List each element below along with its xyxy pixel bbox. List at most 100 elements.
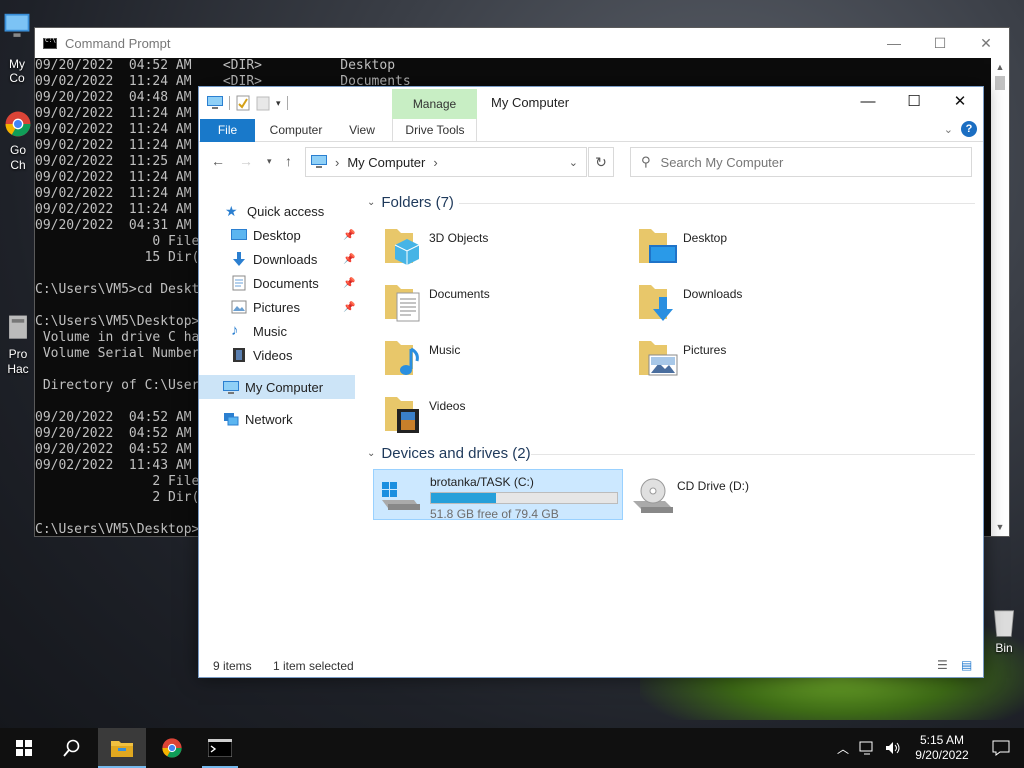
nav-item-my-computer[interactable]: My Computer — [199, 375, 355, 399]
pin-icon[interactable]: 📌 — [343, 254, 355, 265]
show-hidden-icons-chevron-icon[interactable]: ︿ — [832, 740, 854, 757]
action-center-button[interactable] — [978, 728, 1024, 768]
close-button[interactable]: ✕ — [937, 87, 983, 117]
collapse-chevron-icon[interactable]: ⌄ — [367, 197, 375, 208]
drive-c-tile[interactable]: brotanka/TASK (C:) 51.8 GB free of 79.4 … — [373, 469, 623, 521]
search-button[interactable] — [48, 728, 96, 768]
nav-item-desktop[interactable]: Desktop — [231, 223, 301, 247]
network-tray-icon[interactable] — [858, 740, 876, 756]
desktop-icon-my-computer[interactable]: My Co — [0, 12, 34, 85]
tab-computer[interactable]: Computer — [261, 119, 331, 142]
nav-item-label: Documents — [253, 275, 319, 291]
folder-videos[interactable]: Videos — [383, 391, 465, 439]
notification-icon — [992, 740, 1010, 756]
window-title: My Computer — [491, 95, 570, 110]
desktop-icon-recycle-bin[interactable]: Bin — [984, 606, 1024, 655]
nav-item-music[interactable]: ♪ Music — [231, 319, 287, 343]
file-explorer-window[interactable]: ▾ Manage My Computer — ☐ ✕ File Computer… — [198, 86, 984, 678]
command-prompt-title: Command Prompt — [65, 35, 171, 51]
pin-icon[interactable]: 📌 — [343, 230, 355, 241]
search-box[interactable]: ⚲ — [630, 147, 972, 177]
network-icon — [224, 413, 239, 426]
minimize-button[interactable]: — — [845, 87, 891, 117]
refresh-button[interactable]: ↻ — [588, 147, 614, 177]
system-clock[interactable]: 5:15 AM 9/20/2022 — [906, 733, 978, 763]
folder-downloads[interactable]: Downloads — [637, 279, 742, 327]
hard-drive-windows-icon — [382, 482, 420, 510]
explorer-titlebar[interactable]: ▾ Manage My Computer — ☐ ✕ — [199, 87, 983, 119]
close-button[interactable]: ✕ — [963, 35, 1009, 52]
nav-item-videos[interactable]: Videos — [231, 343, 293, 367]
folder-pictures[interactable]: Pictures — [637, 335, 726, 383]
command-prompt-titlebar[interactable]: Command Prompt — ☐ ✕ — [35, 28, 1009, 58]
folders-group-header[interactable]: ⌄ Folders (7) — [367, 194, 454, 211]
devices-group-header[interactable]: ⌄ Devices and drives (2) — [367, 445, 531, 462]
drive-free-space: 51.8 GB free of 79.4 GB — [430, 507, 559, 521]
folder-music[interactable]: Music — [383, 335, 460, 383]
group-title: Devices and drives (2) — [381, 445, 531, 462]
forward-arrow-icon[interactable]: → — [239, 153, 253, 169]
minimize-button[interactable]: — — [871, 35, 917, 51]
desktop-icon-label: Go Ch — [9, 143, 26, 172]
nav-item-label: Videos — [253, 347, 293, 363]
pin-icon[interactable]: 📌 — [343, 302, 355, 313]
breadcrumb-chevron[interactable]: › — [433, 155, 437, 170]
recycle-bin-icon — [993, 610, 1015, 637]
navigation-pane: ★ Quick access Desktop 📌 Downloads 📌 Doc… — [199, 187, 357, 647]
back-arrow-icon[interactable]: ← — [211, 153, 225, 169]
navigation-bar: ← → ▾ ↑ › My Computer › ⌄ ↻ ⚲ — [199, 143, 983, 179]
maximize-button[interactable]: ☐ — [917, 35, 963, 52]
collapse-chevron-icon[interactable]: ⌄ — [367, 448, 375, 459]
tab-drive-tools[interactable]: Drive Tools — [395, 119, 475, 142]
breadcrumb-chevron[interactable]: › — [335, 155, 339, 170]
large-icons-view-icon[interactable]: ▤ — [961, 658, 972, 672]
search-input[interactable] — [660, 154, 941, 170]
properties-icon[interactable] — [236, 95, 250, 111]
folder-3d-objects[interactable]: 3D Objects — [383, 223, 488, 271]
folder-documents[interactable]: Documents — [383, 279, 490, 327]
scroll-up-arrow-icon[interactable]: ▲ — [991, 58, 1009, 76]
music-note-icon: ♪ — [231, 322, 239, 339]
desktop-icon-chrome[interactable]: Go Ch — [2, 108, 34, 173]
nav-item-network[interactable]: Network — [223, 407, 293, 431]
details-view-icon[interactable]: ☰ — [937, 658, 948, 672]
quick-access-toolbar: ▾ — [199, 87, 288, 119]
scroll-thumb[interactable] — [995, 76, 1005, 90]
new-folder-icon[interactable] — [256, 95, 270, 111]
recent-locations-chevron-icon[interactable]: ▾ — [267, 156, 272, 167]
tab-file[interactable]: File — [200, 119, 255, 142]
maximize-button[interactable]: ☐ — [891, 87, 937, 117]
address-dropdown-chevron-icon[interactable]: ⌄ — [569, 156, 578, 169]
search-icon — [63, 739, 80, 757]
drive-usage-fill — [431, 493, 496, 503]
drive-d-tile[interactable]: CD Drive (D:) — [631, 471, 749, 519]
nav-item-downloads[interactable]: Downloads — [231, 247, 317, 271]
nav-item-quick-access[interactable]: ★ Quick access — [225, 199, 324, 223]
desktop-icon-program[interactable]: Pro Hac — [2, 312, 34, 377]
taskbar-chrome[interactable] — [148, 728, 196, 768]
tab-manage[interactable]: Manage — [392, 89, 477, 119]
taskbar-file-explorer[interactable] — [98, 728, 146, 768]
folder-label: Videos — [429, 399, 466, 413]
search-icon: ⚲ — [641, 154, 651, 169]
folder-desktop[interactable]: Desktop — [637, 223, 727, 271]
help-icon[interactable]: ? — [961, 121, 977, 137]
scroll-down-arrow-icon[interactable]: ▼ — [991, 518, 1009, 536]
nav-item-pictures[interactable]: Pictures — [231, 295, 300, 319]
address-bar[interactable]: › My Computer › ⌄ — [305, 147, 587, 177]
command-prompt-scrollbar[interactable]: ▲ ▼ — [991, 58, 1009, 536]
pin-icon[interactable]: 📌 — [343, 278, 355, 289]
clock-time: 5:15 AM — [919, 733, 965, 747]
nav-item-documents[interactable]: Documents — [231, 271, 319, 295]
taskbar-command-prompt[interactable] — [196, 728, 244, 768]
star-icon: ★ — [225, 203, 238, 219]
tab-view[interactable]: View — [339, 119, 385, 142]
breadcrumb-my-computer[interactable]: My Computer — [347, 155, 425, 170]
ribbon-expand-chevron-icon[interactable]: ⌄ — [944, 123, 953, 136]
volume-icon[interactable] — [884, 740, 902, 756]
up-arrow-icon[interactable]: ↑ — [285, 153, 292, 169]
computer-icon[interactable] — [207, 96, 223, 110]
start-button[interactable] — [0, 728, 48, 768]
customize-toolbar-dropdown-icon[interactable]: ▾ — [276, 98, 281, 109]
nav-item-label: My Computer — [245, 379, 324, 395]
